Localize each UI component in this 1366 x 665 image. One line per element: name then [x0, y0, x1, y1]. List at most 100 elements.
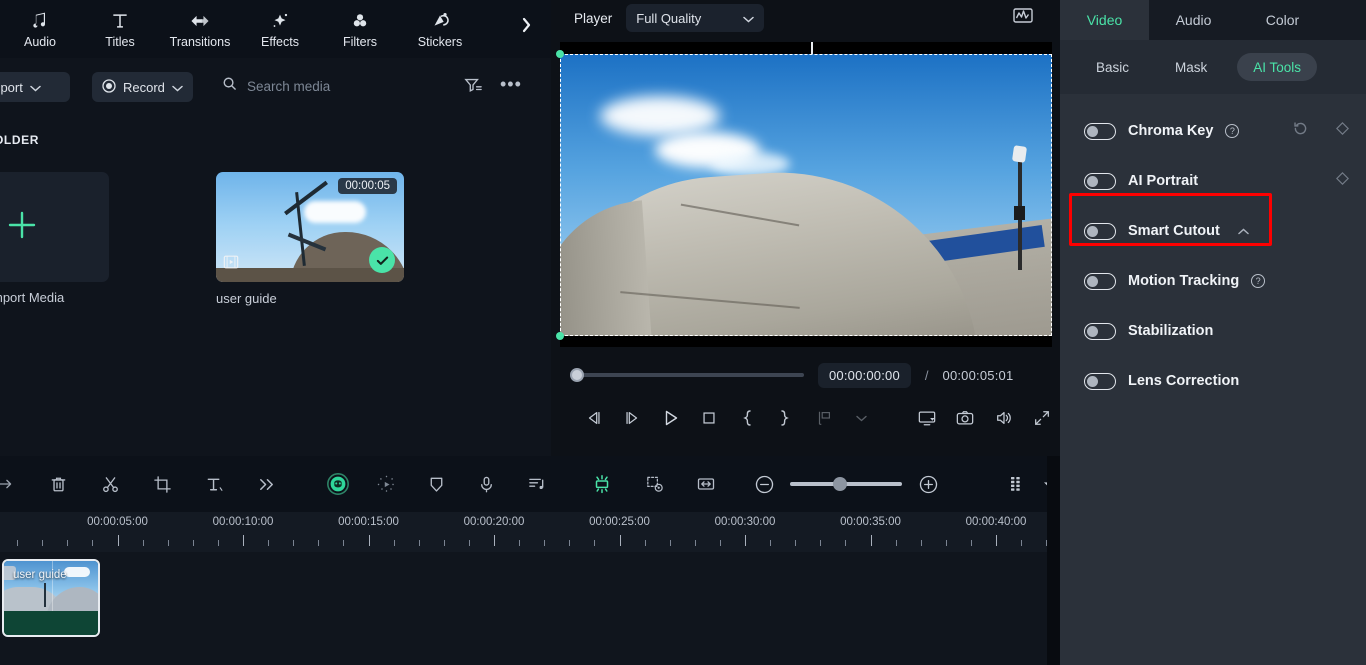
preview-video-frame[interactable]: [560, 54, 1052, 336]
shield-mask-icon[interactable]: [424, 472, 448, 496]
time-separator: /: [924, 367, 929, 383]
stabilization-toggle[interactable]: [1084, 322, 1116, 340]
category-tab-titles[interactable]: Titles: [80, 0, 160, 58]
lens-correction-toggle[interactable]: [1084, 372, 1116, 390]
help-icon[interactable]: ?: [1251, 274, 1266, 288]
ruler-tick: [293, 540, 295, 546]
marker-eye-icon[interactable]: [642, 472, 666, 496]
waveform-scope-icon[interactable]: [1012, 5, 1034, 30]
tab-audio[interactable]: Audio: [1149, 0, 1238, 40]
chevron-right-icon[interactable]: [511, 8, 541, 42]
plus-circle-icon[interactable]: [916, 472, 940, 496]
ai-tools-list: Chroma Key ? AI Portrait Smart Cutout Mo…: [1060, 94, 1366, 406]
minus-circle-icon[interactable]: [752, 472, 776, 496]
player-controls: 00:00:00:00 / 00:00:05:01: [560, 355, 1052, 453]
step-backward-icon[interactable]: [584, 407, 604, 429]
timeline-clip-user-guide[interactable]: user guide: [2, 559, 100, 637]
help-icon[interactable]: ?: [1225, 124, 1240, 138]
row-ai-portrait[interactable]: AI Portrait: [1060, 156, 1366, 206]
tab-video[interactable]: Video: [1060, 0, 1149, 40]
ruler-label: 00:00:40:00: [965, 516, 1027, 528]
smart-cutout-icon[interactable]: [326, 472, 350, 496]
category-tab-audio[interactable]: Audio: [0, 0, 80, 58]
tab-color[interactable]: Color: [1238, 0, 1327, 40]
filter-icon[interactable]: [464, 76, 482, 99]
marker-icon[interactable]: [813, 407, 833, 429]
audio-note-icon[interactable]: [524, 472, 548, 496]
category-tab-transitions[interactable]: Transitions: [160, 0, 240, 58]
import-button[interactable]: Import: [0, 72, 70, 102]
ai-portrait-toggle[interactable]: [1084, 172, 1116, 190]
brace-close-icon[interactable]: [775, 407, 795, 429]
folder-section-label: OLDER: [0, 133, 39, 147]
ruler-tick: [17, 540, 19, 546]
row-smart-cutout[interactable]: Smart Cutout: [1060, 206, 1366, 256]
selection-handle-top-left[interactable]: [556, 50, 564, 58]
row-lens-correction[interactable]: Lens Correction: [1060, 356, 1366, 406]
category-tab-stickers[interactable]: Stickers: [400, 0, 480, 58]
speaker-icon[interactable]: [994, 407, 1014, 429]
subtab-ai-tools[interactable]: AI Tools: [1237, 53, 1318, 81]
text-t-icon[interactable]: [202, 472, 226, 496]
reset-icon[interactable]: [1292, 120, 1309, 142]
chroma-key-toggle[interactable]: [1084, 122, 1116, 140]
stop-square-icon[interactable]: [699, 407, 719, 429]
check-circle-icon[interactable]: [369, 247, 395, 273]
record-button[interactable]: Record: [92, 72, 193, 102]
quality-select[interactable]: Full Quality: [626, 4, 765, 32]
ruler-tick: [393, 540, 395, 546]
timeline-ruler[interactable]: 000:00:05:0000:00:10:0000:00:15:0000:00:…: [0, 512, 1060, 552]
subtab-mask[interactable]: Mask: [1159, 53, 1223, 81]
video-clip-icon: [223, 254, 239, 275]
category-tab-effects[interactable]: Effects: [240, 0, 320, 58]
row-chroma-key[interactable]: Chroma Key ?: [1060, 106, 1366, 156]
media-item-user-guide[interactable]: 00:00:05 user guide: [216, 172, 404, 306]
media-thumbnail[interactable]: 00:00:05: [216, 172, 404, 282]
timeline-tracks[interactable]: user guide: [0, 552, 1060, 665]
seek-slider[interactable]: [570, 368, 804, 382]
import-media-tile[interactable]: [0, 172, 109, 282]
media-library-panel: Audio Titles Transitions Effects Filters…: [0, 0, 551, 456]
ruler-tick: [870, 535, 872, 546]
speed-ramp-icon[interactable]: [374, 472, 398, 496]
camera-icon[interactable]: [955, 407, 975, 429]
selection-handle-bottom-left[interactable]: [556, 332, 564, 340]
chevron-down-icon[interactable]: [852, 407, 872, 429]
search-input[interactable]: [247, 78, 437, 94]
keyframe-diamond-icon[interactable]: [1335, 121, 1350, 141]
zoom-slider-knob[interactable]: [833, 477, 848, 491]
properties-subtabs: Basic Mask AI Tools: [1060, 40, 1366, 94]
seek-knob[interactable]: [570, 368, 584, 382]
smart-cutout-toggle[interactable]: [1084, 222, 1116, 240]
row-stabilization[interactable]: Stabilization: [1060, 306, 1366, 356]
crop-icon[interactable]: [150, 472, 174, 496]
subtab-basic[interactable]: Basic: [1080, 53, 1145, 81]
arrow-right-export-icon[interactable]: [0, 472, 18, 496]
grid-view-icon[interactable]: [1006, 472, 1030, 496]
keyframe-burst-icon[interactable]: [590, 472, 614, 496]
chevron-double-right-icon[interactable]: [254, 472, 278, 496]
video-editor-window: Audio Titles Transitions Effects Filters…: [0, 0, 1366, 665]
category-label: Audio: [24, 34, 56, 49]
trash-icon[interactable]: [46, 472, 70, 496]
scissors-icon[interactable]: [98, 472, 122, 496]
motion-tracking-toggle[interactable]: [1084, 272, 1116, 290]
brace-open-icon[interactable]: [737, 407, 757, 429]
monitor-icon[interactable]: [917, 407, 937, 429]
category-tab-filters[interactable]: Filters: [320, 0, 400, 58]
search-media-container[interactable]: [222, 76, 437, 96]
expand-arrows-icon[interactable]: [1032, 407, 1052, 429]
zoom-slider[interactable]: [790, 477, 902, 491]
music-note-icon: [30, 10, 50, 32]
fit-width-icon[interactable]: [694, 472, 718, 496]
transport-controls: [560, 395, 1052, 441]
step-forward-icon[interactable]: [622, 407, 642, 429]
more-options-icon[interactable]: •••: [500, 75, 522, 93]
microphone-icon[interactable]: [474, 472, 498, 496]
ruler-tick: [418, 540, 420, 546]
keyframe-diamond-icon[interactable]: [1335, 171, 1350, 191]
play-icon[interactable]: [660, 407, 680, 429]
current-time-display[interactable]: 00:00:00:00: [818, 362, 911, 388]
row-motion-tracking[interactable]: Motion Tracking ?: [1060, 256, 1366, 306]
chevron-up-icon[interactable]: [1238, 222, 1249, 240]
